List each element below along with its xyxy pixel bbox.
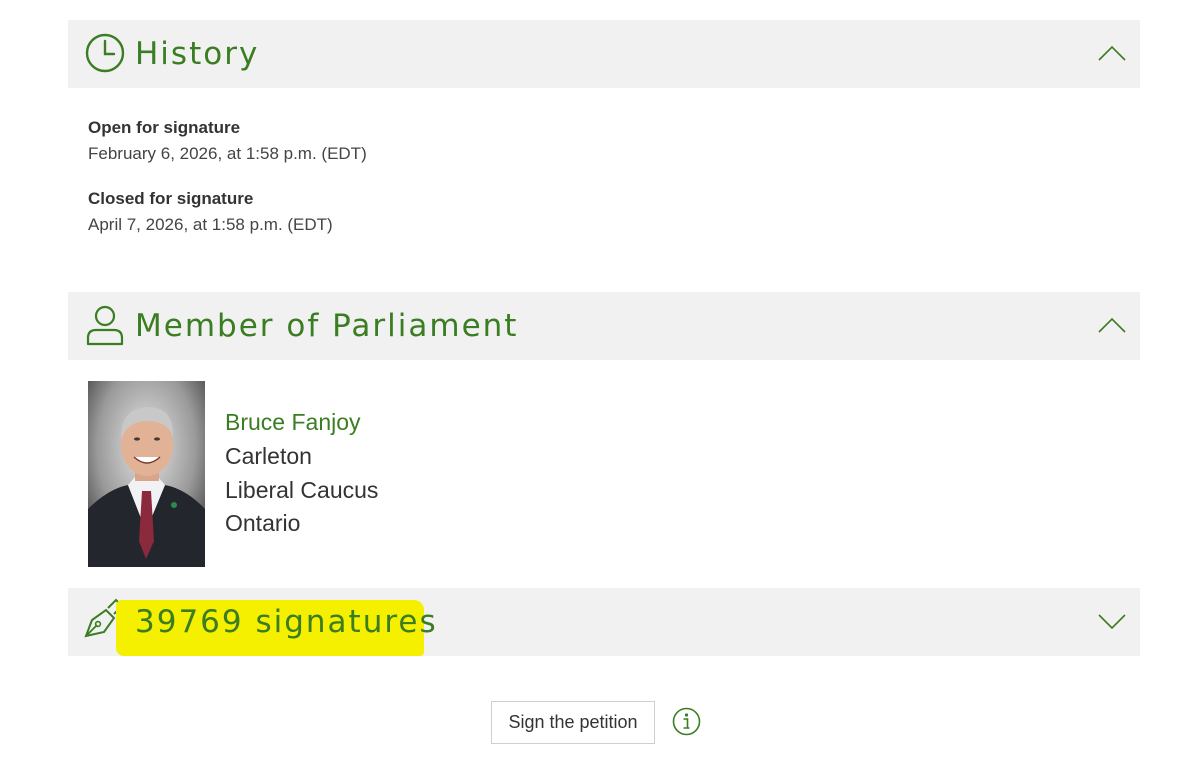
chevron-up-icon[interactable]	[1098, 42, 1126, 64]
mp-province: Ontario	[225, 510, 301, 536]
sign-petition-button[interactable]: Sign the petition	[491, 701, 655, 744]
member-panel-header[interactable]: Member of Parliament	[68, 292, 1140, 360]
mp-name-link[interactable]: Bruce Fanjoy	[225, 409, 361, 436]
history-panel-header[interactable]: History	[68, 20, 1140, 88]
member-title: Member of Parliament	[135, 308, 519, 344]
closed-for-signature-label: Closed for signature	[88, 189, 254, 208]
chevron-up-icon[interactable]	[1098, 314, 1126, 336]
person-icon	[86, 305, 124, 346]
mp-caucus: Liberal Caucus	[225, 477, 379, 503]
closed-for-signature-date: April 7, 2026, at 1:58 p.m. (EDT)	[88, 215, 333, 234]
info-icon[interactable]	[672, 707, 701, 736]
signatures-title: 39769 signatures	[135, 604, 438, 640]
mp-riding: Carleton	[225, 443, 312, 469]
open-for-signature-label: Open for signature	[88, 118, 241, 137]
mp-name[interactable]: Bruce Fanjoy	[225, 409, 361, 435]
history-title: History	[135, 36, 260, 72]
clock-icon	[85, 33, 125, 73]
mp-portrait-photo	[88, 381, 205, 567]
open-for-signature-date: February 6, 2026, at 1:58 p.m. (EDT)	[88, 144, 367, 163]
chevron-down-icon[interactable]	[1098, 610, 1126, 632]
